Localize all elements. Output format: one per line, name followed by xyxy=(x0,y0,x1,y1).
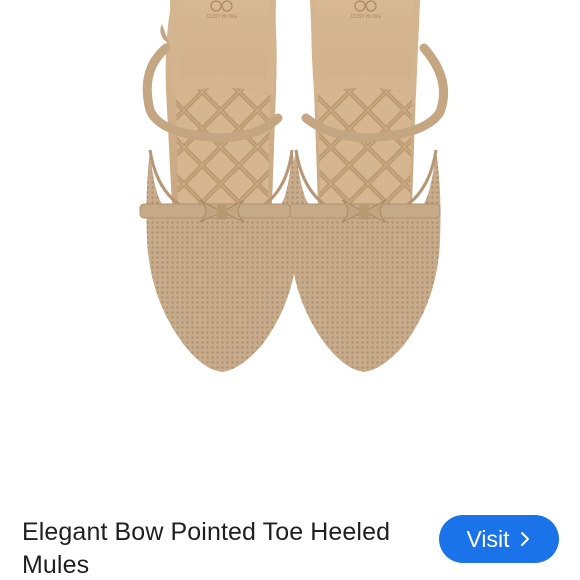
chevron-right-icon xyxy=(520,532,529,546)
product-image[interactable]: CUSY BLING CUSY BLING xyxy=(0,0,580,498)
left-shoe xyxy=(139,0,299,372)
product-title[interactable]: Elegant Bow Pointed Toe Heeled Mules xyxy=(22,516,422,580)
right-shoe xyxy=(289,0,449,372)
visit-button-label: Visit xyxy=(466,525,510,552)
visit-button[interactable]: Visit xyxy=(439,515,559,563)
shoe-illustration: CUSY BLING CUSY BLING xyxy=(139,0,449,372)
svg-text:CUSY BLING: CUSY BLING xyxy=(207,14,237,20)
svg-text:CUSY BLING: CUSY BLING xyxy=(351,14,381,20)
product-result-card: CUSY BLING CUSY BLING Elegant Bow Pointe… xyxy=(0,0,580,580)
